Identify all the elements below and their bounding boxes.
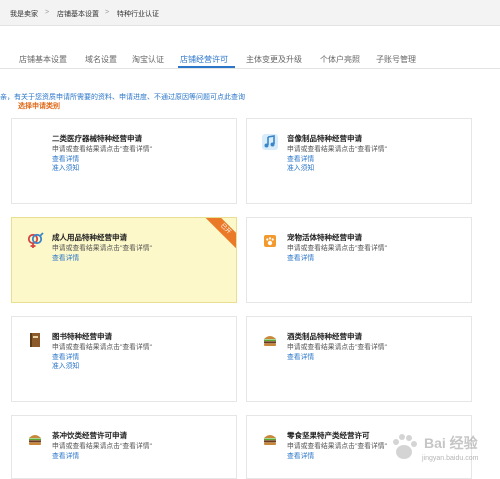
card-books: 图书特种经营申请 申请或查看结果请点击"查看详情" 查看详情 准入须知 — [11, 316, 237, 402]
breadcrumb-item-store-settings[interactable]: 店铺基本设置 — [57, 9, 99, 19]
pet-paw-icon — [264, 235, 276, 247]
card-description: 申请或查看结果请点击"查看详情" — [52, 245, 152, 252]
watermark-text: Bai 经验 — [424, 435, 478, 451]
view-details-link[interactable]: 查看详情 — [287, 450, 314, 460]
gender-icon — [27, 232, 44, 248]
card-description: 申请或查看结果请点击"查看详情" — [287, 443, 387, 450]
card-description: 申请或查看结果请点击"查看详情" — [287, 146, 387, 153]
view-details-link[interactable]: 查看详情 — [52, 450, 79, 460]
watermark-url: jingyan.baidu.com — [422, 455, 479, 462]
book-icon — [30, 333, 40, 347]
access-notice-link[interactable]: 准入须知 — [52, 360, 79, 370]
breadcrumb-item-seller[interactable]: 我是卖家 — [10, 9, 38, 19]
breadcrumb-separator: > — [105, 9, 110, 16]
tab-entity-change[interactable]: 主体变更及升级 — [246, 54, 302, 65]
paw-logo-icon — [393, 434, 417, 459]
card-description: 申请或查看结果请点击"查看详情" — [52, 344, 152, 351]
access-notice-link[interactable]: 准入须知 — [287, 162, 314, 172]
view-details-link[interactable]: 查看详情 — [287, 351, 314, 361]
tab-individual-license[interactable]: 个体户亮照 — [320, 54, 360, 65]
card-description: 申请或查看结果请点击"查看详情" — [52, 443, 152, 450]
burger-icon — [29, 435, 41, 445]
breadcrumb-item-industry-cert: 特种行业认证 — [117, 11, 159, 18]
baidu-watermark: Bai 经验 jingyan.baidu.com — [382, 429, 492, 473]
tab-bar: 店铺基本设置 域名设置 淘宝认证 店铺经营许可 主体变更及升级 个体户亮照 子账… — [0, 45, 500, 69]
burger-icon — [264, 435, 276, 445]
status-ribbon: 已开 — [203, 218, 236, 252]
tab-store-license[interactable]: 店铺经营许可 — [180, 54, 228, 65]
choose-category-label: 选择申请类别 — [18, 103, 60, 110]
tab-taobao-certification[interactable]: 淘宝认证 — [132, 54, 164, 65]
tab-domain-settings[interactable]: 域名设置 — [85, 54, 117, 65]
active-tab-indicator — [178, 66, 235, 68]
burger-icon — [264, 336, 276, 346]
card-adult-products: 成人用品特种经营申请 申请或查看结果请点击"查看详情" 查看详情 已开 — [11, 217, 237, 303]
card-description: 申请或查看结果请点击"查看详情" — [287, 344, 387, 351]
card-description: 申请或查看结果请点击"查看详情" — [52, 146, 152, 153]
breadcrumb-separator: > — [45, 9, 50, 16]
card-alcohol: 酒类制品特种经营申请 申请或查看结果请点击"查看详情" 查看详情 — [246, 316, 472, 402]
view-details-link[interactable]: 查看详情 — [287, 252, 314, 262]
tab-store-basic-settings[interactable]: 店铺基本设置 — [19, 54, 67, 65]
breadcrumb: 我是卖家 > 店铺基本设置 > 特种行业认证 — [0, 0, 500, 26]
card-audio-video: 音像制品特种经营申请 申请或查看结果请点击"查看详情" 查看详情 准入须知 — [246, 118, 472, 204]
card-description: 申请或查看结果请点击"查看详情" — [287, 245, 387, 252]
card-medical-device: 二类医疗器械特种经营申请 申请或查看结果请点击"查看详情" 查看详情 准入须知 — [11, 118, 237, 204]
view-details-link[interactable]: 查看详情 — [52, 252, 79, 262]
card-live-pets: 宠物活体特种经营申请 申请或查看结果请点击"查看详情" 查看详情 — [246, 217, 472, 303]
card-tea-drinks: 茶冲饮类经营许可申请 申请或查看结果请点击"查看详情" 查看详情 — [11, 415, 237, 479]
tab-sub-account[interactable]: 子账号管理 — [376, 54, 416, 65]
access-notice-link[interactable]: 准入须知 — [52, 162, 79, 172]
music-note-icon — [262, 134, 278, 150]
